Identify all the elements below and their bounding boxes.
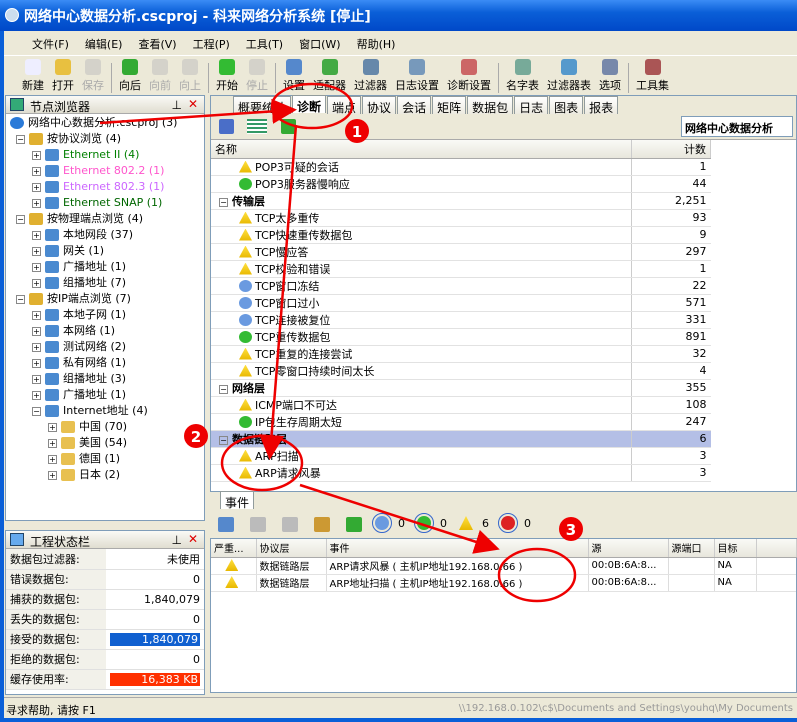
annotation-label-2: 2: [191, 428, 201, 446]
annotation-circle-2: [220, 434, 304, 492]
annotation-label-3: 3: [566, 521, 576, 539]
annotation-arrow-3: [299, 483, 500, 554]
annotation-circle-1: [270, 82, 354, 130]
annotation-overlay: 1 2 3: [99, 82, 583, 603]
annotation-arrow-1: [99, 98, 297, 125]
annotation-arrow-2: [259, 124, 298, 460]
annotation-label-1: 1: [352, 123, 362, 141]
annotation-circle-3: [497, 547, 577, 603]
